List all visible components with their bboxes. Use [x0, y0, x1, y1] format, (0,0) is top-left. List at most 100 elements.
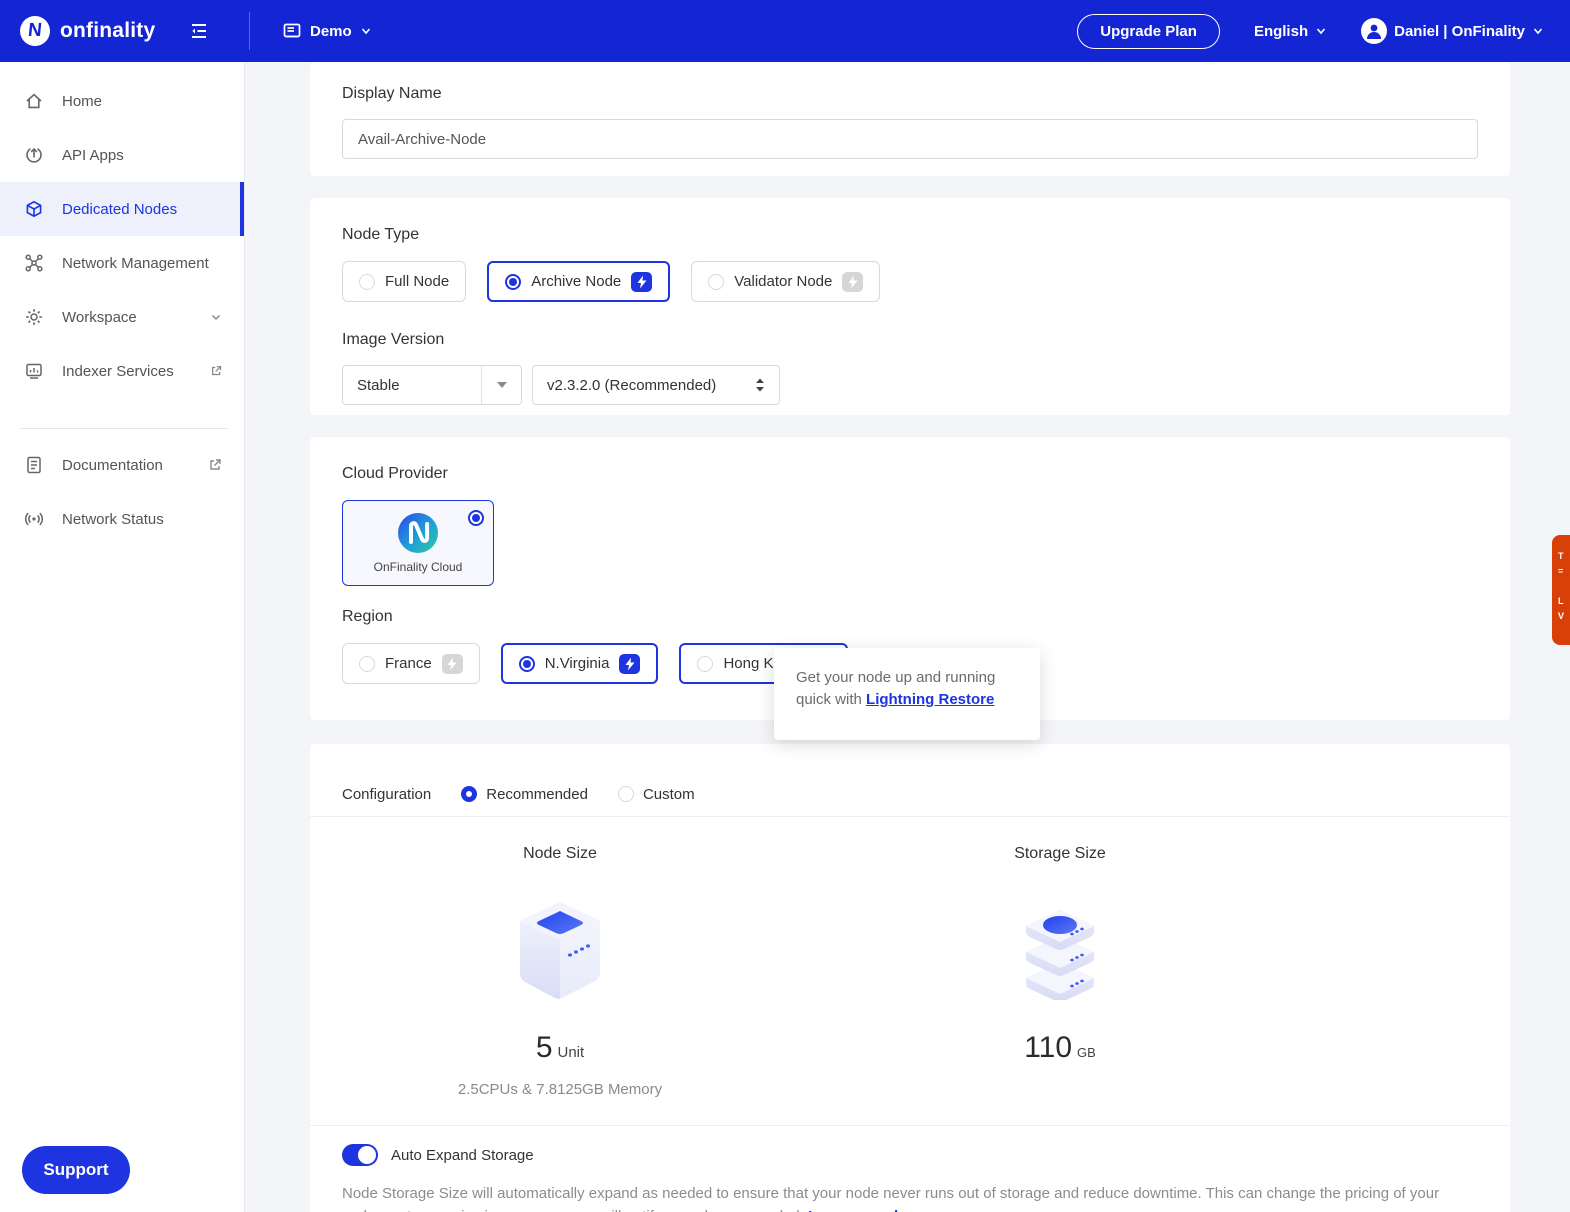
- radio-icon: [617, 786, 634, 802]
- radio-icon: [518, 655, 535, 672]
- configuration-option-recommended[interactable]: Recommended: [461, 786, 588, 803]
- workspace-icon: [283, 23, 301, 38]
- radio-icon: [359, 655, 375, 672]
- image-version-select[interactable]: v2.3.2.0 (Recommended): [532, 365, 780, 405]
- sidebar-item-documentation[interactable]: Documentation: [0, 438, 244, 492]
- sidebar-item-workspace[interactable]: Workspace: [0, 290, 244, 344]
- radio-icon: [468, 510, 484, 526]
- sidebar-item-label: Dedicated Nodes: [62, 200, 178, 218]
- onfinality-logo-icon: N: [20, 16, 50, 46]
- language-label: English: [1253, 22, 1309, 40]
- sidebar-item-label: Network Management: [62, 254, 209, 272]
- lightning-restore-disabled-icon: [842, 271, 864, 292]
- chevron-down-icon: [211, 314, 221, 321]
- sidebar-divider: [20, 428, 228, 429]
- node-size-title: Node Size: [523, 845, 597, 862]
- storage-size-value: 110 GB: [1024, 1031, 1096, 1064]
- node-size-detail: 2.5CPUs & 7.8125GB Memory: [457, 1081, 663, 1098]
- node-size-panel: Node Size 5 Unit 2.5CPUs & 7.8125GB Memo…: [310, 845, 810, 1099]
- radio-icon: [461, 786, 478, 802]
- provider-option-onfinality-cloud[interactable]: OnFinality Cloud: [342, 500, 494, 586]
- feedback-tab[interactable]: T = L V: [1552, 535, 1570, 645]
- document-icon: [27, 456, 41, 474]
- sidebar-item-label: Network Status: [62, 510, 164, 528]
- option-label: Archive Node: [531, 273, 622, 290]
- node-type-option-full-node[interactable]: Full Node: [342, 261, 467, 302]
- storage-size-title: Storage Size: [1014, 845, 1106, 862]
- region-option-france[interactable]: France: [342, 643, 480, 684]
- node-size-cube-icon: [514, 895, 606, 1005]
- lightning-restore-tooltip: Get your node up and running quick with …: [774, 648, 1040, 740]
- lightning-restore-icon: [631, 271, 653, 292]
- region-label: Region: [342, 608, 393, 625]
- display-name-card: Display Name: [310, 62, 1510, 176]
- region-option-n-virginia[interactable]: N.Virginia: [500, 643, 659, 684]
- cloud-provider-label: Cloud Provider: [342, 465, 448, 482]
- language-switcher[interactable]: English: [1254, 23, 1327, 40]
- option-label: Custom: [642, 785, 695, 803]
- auto-expand-description: Node Storage Size will automatically exp…: [310, 1166, 1475, 1212]
- sidebar-item-label: Documentation: [62, 456, 163, 474]
- node-type-label: Node Type: [342, 226, 420, 243]
- auto-expand-toggle[interactable]: [342, 1144, 378, 1166]
- updown-icon: [756, 378, 764, 392]
- gear-icon: [26, 309, 42, 325]
- avatar-icon: [1361, 18, 1388, 44]
- indexer-icon: [26, 363, 42, 379]
- node-size-value: 5 Unit: [535, 1031, 585, 1064]
- display-name-input[interactable]: [342, 119, 1478, 159]
- option-label: N.Virginia: [544, 655, 610, 672]
- header-divider: [249, 12, 250, 50]
- lightning-restore-link[interactable]: Lightning Restore: [866, 691, 994, 708]
- sidebar-item-home[interactable]: Home: [0, 74, 244, 128]
- upgrade-plan-button[interactable]: Upgrade Plan: [1077, 13, 1220, 49]
- image-version-label: Image Version: [342, 331, 445, 348]
- sidebar-item-label: API Apps: [62, 146, 124, 164]
- storage-size-panel: Storage Size 110 GB: [810, 845, 1310, 1099]
- top-navbar: N onfinality Demo Upgrade Plan English D…: [0, 0, 1570, 62]
- sidebar-item-network-status[interactable]: Network Status: [0, 492, 244, 546]
- user-menu[interactable]: Daniel | OnFinality: [1361, 18, 1544, 44]
- sidebar-item-label: Workspace: [62, 308, 137, 326]
- configuration-option-custom[interactable]: Custom: [617, 785, 695, 803]
- option-label: Validator Node: [734, 273, 833, 290]
- option-label: Full Node: [385, 273, 450, 290]
- radio-icon: [359, 273, 375, 290]
- chevron-down-icon: [1317, 28, 1326, 35]
- sidebar-item-network-management[interactable]: Network Management: [0, 236, 244, 290]
- radio-icon: [697, 655, 714, 672]
- brand-logo[interactable]: N onfinality: [0, 16, 173, 46]
- lightning-restore-disabled-icon: [441, 653, 463, 674]
- auto-expand-label: Auto Expand Storage: [391, 1146, 534, 1164]
- display-name-label: Display Name: [342, 85, 442, 102]
- sidebar-item-label: Home: [62, 92, 103, 110]
- image-channel-select[interactable]: Stable: [342, 365, 522, 405]
- image-version-value: v2.3.2.0 (Recommended): [547, 376, 717, 394]
- chevron-down-icon: [1533, 28, 1543, 35]
- lightning-restore-icon: [619, 653, 641, 674]
- sidebar-item-dedicated-nodes[interactable]: Dedicated Nodes: [0, 182, 244, 236]
- image-channel-value: Stable: [357, 376, 400, 394]
- option-label: France: [385, 655, 432, 672]
- onfinality-cloud-logo-icon: [398, 513, 438, 553]
- node-type-option-validator-node[interactable]: Validator Node: [691, 261, 881, 302]
- option-label: Recommended: [486, 785, 588, 803]
- node-type-option-archive-node[interactable]: Archive Node: [487, 261, 671, 302]
- sidebar: Home API Apps Dedicated Nodes Network Ma…: [0, 62, 245, 1212]
- menu-fold-icon[interactable]: [181, 13, 217, 49]
- external-link-icon: [210, 459, 221, 470]
- workspace-switcher[interactable]: Demo: [282, 21, 372, 41]
- sidebar-item-api-apps[interactable]: API Apps: [0, 128, 244, 182]
- configuration-label: Configuration: [342, 785, 432, 803]
- chevron-down-icon: [361, 28, 370, 35]
- home-icon: [26, 93, 42, 109]
- support-button[interactable]: Support: [22, 1146, 130, 1194]
- user-name: Daniel | OnFinality: [1394, 22, 1525, 40]
- node-type-card: Node Type Full Node Archive Node Validat…: [310, 198, 1510, 415]
- provider-name: OnFinality Cloud: [373, 560, 463, 574]
- workspace-name: Demo: [310, 22, 352, 40]
- api-apps-icon: [26, 147, 42, 163]
- storage-stack-icon: [1014, 895, 1106, 1005]
- sidebar-item-indexer-services[interactable]: Indexer Services: [0, 344, 244, 398]
- learn-more-link[interactable]: Learn more here: [808, 1208, 926, 1212]
